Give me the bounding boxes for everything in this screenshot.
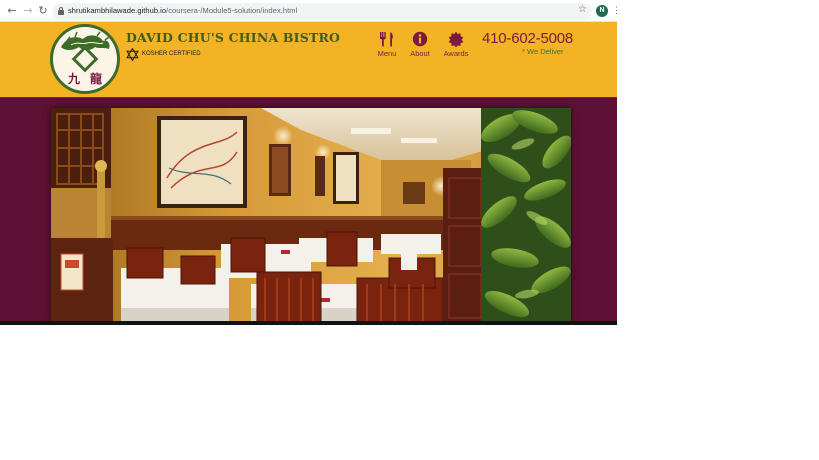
reload-icon[interactable]: ↻: [36, 4, 50, 18]
info-icon: [412, 31, 428, 47]
star-of-david-icon: [126, 48, 139, 61]
kosher-label: KOSHER CERTIFIED: [142, 51, 201, 57]
back-icon[interactable]: ←: [5, 4, 19, 18]
forward-icon[interactable]: →: [21, 4, 35, 18]
svg-text:九: 九: [67, 71, 80, 86]
url-path: /coursera-/Module5-solution/index.html: [166, 6, 298, 15]
restaurant-interior-photo: [51, 108, 571, 322]
nav-awards-label: Awards: [443, 49, 469, 58]
cutlery-icon: [380, 32, 393, 47]
delivery-note: * We Deliver: [522, 47, 564, 56]
svg-text:龍: 龍: [90, 71, 102, 86]
restaurant-logo[interactable]: 九 龍: [50, 24, 120, 94]
profile-avatar[interactable]: N: [596, 5, 608, 17]
url-host: shrutikambhilawade.github.io: [68, 6, 167, 15]
nav-about[interactable]: About: [401, 31, 439, 58]
kebab-menu-icon[interactable]: ⋮: [612, 4, 617, 16]
nav-awards[interactable]: Awards: [437, 31, 475, 58]
phone-number[interactable]: 410-602-5008: [482, 30, 573, 47]
site-header: 九 龍 DAVID CHU'S CHINA BISTRO KOSHER CERT…: [0, 22, 617, 98]
nav-about-label: About: [410, 49, 430, 58]
address-bar[interactable]: shrutikambhilawade.github.io/coursera-/M…: [52, 3, 592, 20]
certificate-icon: [448, 31, 464, 47]
url-text[interactable]: shrutikambhilawade.github.io/coursera-/M…: [68, 6, 297, 15]
os-taskbar: [0, 321, 617, 325]
browser-toolbar: ← → ↻ shrutikambhilawade.github.io/cours…: [0, 0, 617, 22]
lock-icon[interactable]: [58, 7, 64, 15]
restaurant-name[interactable]: DAVID CHU'S CHINA BISTRO: [126, 30, 340, 45]
screen: ← → ↻ shrutikambhilawade.github.io/cours…: [0, 0, 617, 325]
bookmark-star-icon[interactable]: ☆: [578, 4, 587, 16]
main-content: [0, 98, 617, 325]
